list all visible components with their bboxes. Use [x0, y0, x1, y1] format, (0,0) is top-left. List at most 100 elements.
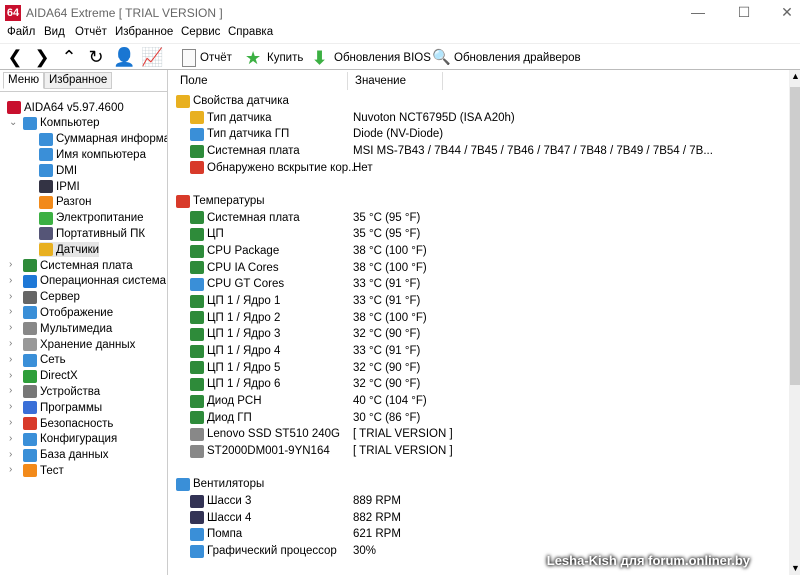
list-item[interactable]: CPU IA Cores: [190, 260, 279, 276]
group-header[interactable]: Температуры: [176, 193, 265, 209]
tree-item[interactable]: IPMI: [39, 179, 80, 194]
expand-arrow-icon[interactable]: ›: [9, 275, 12, 286]
expand-arrow-icon[interactable]: ›: [9, 259, 12, 270]
expand-arrow-icon[interactable]: ›: [9, 433, 12, 444]
list-item[interactable]: ЦП: [190, 226, 224, 242]
tree-item-label: Суммарная информаци: [56, 133, 167, 146]
list-item[interactable]: Тип датчика: [190, 110, 272, 126]
tree-item[interactable]: Компьютер: [23, 116, 100, 131]
menu-file[interactable]: Файл: [7, 26, 35, 38]
column-header-value[interactable]: Значение: [348, 72, 443, 90]
minimize-button[interactable]: —: [683, 4, 713, 22]
list-item[interactable]: ЦП 1 / Ядро 4: [190, 343, 280, 359]
maximize-button[interactable]: ☐: [729, 4, 759, 22]
tree-item[interactable]: Электропитание: [39, 211, 144, 226]
tree-item[interactable]: Датчики: [39, 242, 100, 258]
expand-arrow-icon[interactable]: ›: [9, 385, 12, 396]
vertical-scrollbar[interactable]: ▲ ▼: [789, 70, 800, 575]
menu-favorites[interactable]: Избранное: [115, 26, 173, 38]
user-button[interactable]: 👤: [113, 47, 135, 67]
expand-arrow-icon[interactable]: ›: [9, 401, 12, 412]
expand-arrow-icon[interactable]: ›: [9, 354, 12, 365]
tree-item[interactable]: Устройства: [23, 384, 100, 399]
app-logo-icon: 64: [5, 5, 21, 21]
column-header-field[interactable]: Поле: [173, 72, 348, 90]
field-value: 889 RPM: [353, 495, 401, 508]
buy-button[interactable]: ★ Купить: [245, 48, 303, 68]
driver-update-button[interactable]: 🔍 Обновления драйверов: [432, 48, 581, 68]
scroll-down-icon[interactable]: ▼: [791, 563, 800, 573]
group-header[interactable]: Вентиляторы: [176, 476, 264, 492]
list-item[interactable]: Обнаружено вскрытие кор...: [190, 160, 358, 176]
menu-help[interactable]: Справка: [228, 26, 273, 38]
expand-arrow-icon[interactable]: ›: [9, 338, 12, 349]
tab-menu[interactable]: Меню: [3, 72, 45, 89]
scrollbar-thumb[interactable]: [790, 87, 800, 385]
group-header[interactable]: Свойства датчика: [176, 93, 289, 109]
list-item[interactable]: Системная плата: [190, 143, 300, 159]
list-item[interactable]: Системная плата: [190, 210, 300, 226]
expand-arrow-icon[interactable]: ›: [9, 417, 12, 428]
list-item[interactable]: CPU Package: [190, 243, 279, 259]
list-item[interactable]: Шасси 4: [190, 510, 251, 526]
field-label: Обнаружено вскрытие кор...: [207, 161, 358, 174]
motherboard-icon: [190, 211, 204, 225]
expand-arrow-icon[interactable]: ›: [9, 291, 12, 302]
list-item[interactable]: ЦП 1 / Ядро 2: [190, 310, 280, 326]
tree-item[interactable]: База данных: [23, 448, 109, 463]
list-item[interactable]: ЦП 1 / Ядро 3: [190, 326, 280, 342]
tree-item[interactable]: Портативный ПК: [39, 226, 145, 241]
menu-view[interactable]: Вид: [44, 26, 65, 38]
list-item[interactable]: Диод ГП: [190, 410, 252, 426]
list-item[interactable]: ЦП 1 / Ядро 1: [190, 293, 280, 309]
window-title: AIDA64 Extreme [ TRIAL VERSION ]: [26, 6, 223, 20]
tree-item[interactable]: Сеть: [23, 353, 66, 368]
back-button[interactable]: ❮: [4, 47, 26, 67]
tree-item[interactable]: Конфигурация: [23, 432, 117, 447]
report-button[interactable]: Отчёт: [182, 48, 232, 68]
scroll-up-icon[interactable]: ▲: [791, 71, 800, 81]
tree-item[interactable]: Программы: [23, 400, 102, 415]
tree-item[interactable]: Отображение: [23, 305, 113, 320]
tree-item[interactable]: AIDA64 v5.97.4600: [7, 100, 124, 115]
bios-update-button[interactable]: ⬇ Обновления BIOS: [312, 48, 431, 68]
list-item[interactable]: ЦП 1 / Ядро 5: [190, 360, 280, 376]
tree-item[interactable]: Безопасность: [23, 416, 113, 431]
tree-item[interactable]: Разгон: [39, 195, 92, 210]
list-item[interactable]: Помпа: [190, 526, 242, 542]
tree-item[interactable]: Хранение данных: [23, 337, 135, 352]
cpu-icon: [190, 377, 204, 391]
expand-arrow-icon[interactable]: ›: [9, 370, 12, 381]
refresh-button[interactable]: ↻: [85, 47, 107, 67]
collapse-arrow-icon[interactable]: ⌄: [9, 117, 17, 128]
up-button[interactable]: ⌃: [58, 47, 80, 67]
list-item[interactable]: Тип датчика ГП: [190, 126, 289, 142]
tree-item[interactable]: Тест: [23, 463, 64, 478]
list-item[interactable]: Lenovo SSD ST510 240G: [190, 426, 340, 442]
field-value: 35 °C (95 °F): [353, 228, 421, 241]
chart-button[interactable]: 📈: [141, 47, 163, 67]
tree-item[interactable]: Сервер: [23, 290, 80, 305]
list-item[interactable]: Диод PCH: [190, 393, 262, 409]
expand-arrow-icon[interactable]: ›: [9, 449, 12, 460]
close-button[interactable]: ✕: [772, 4, 800, 22]
tree-item[interactable]: DirectX: [23, 369, 78, 384]
tab-favorites[interactable]: Избранное: [44, 72, 113, 89]
menu-report[interactable]: Отчёт: [75, 26, 107, 38]
list-item[interactable]: CPU GT Cores: [190, 276, 284, 292]
tree-item[interactable]: Системная плата: [23, 258, 133, 273]
expand-arrow-icon[interactable]: ›: [9, 464, 12, 475]
tree-item[interactable]: Суммарная информаци: [39, 132, 167, 147]
forward-button[interactable]: ❯: [31, 47, 53, 67]
list-item[interactable]: ST2000DM001-9YN164: [190, 443, 330, 459]
list-item[interactable]: Графический процессор: [190, 543, 337, 559]
tree-item[interactable]: Мультимедиа: [23, 321, 112, 336]
list-item[interactable]: ЦП 1 / Ядро 6: [190, 376, 280, 392]
list-item[interactable]: Шасси 3: [190, 493, 251, 509]
expand-arrow-icon[interactable]: ›: [9, 322, 12, 333]
tree-item[interactable]: Имя компьютера: [39, 147, 146, 162]
tree-item[interactable]: DMI: [39, 163, 77, 178]
expand-arrow-icon[interactable]: ›: [9, 306, 12, 317]
menu-service[interactable]: Сервис: [181, 26, 220, 38]
tree-item[interactable]: Операционная система: [23, 274, 166, 289]
